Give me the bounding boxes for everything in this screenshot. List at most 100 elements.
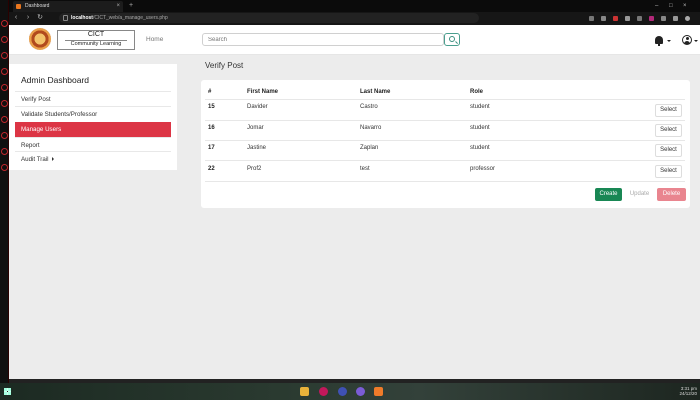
url-host: localhost bbox=[71, 15, 93, 21]
page-title: Verify Post bbox=[205, 61, 244, 70]
logo-title: CICT bbox=[87, 31, 105, 38]
sidebar-app-icon[interactable] bbox=[1, 148, 8, 155]
nav-home-link[interactable]: Home bbox=[146, 36, 163, 43]
url-field[interactable]: localhost/CICT_web/a_manage_users.php bbox=[59, 13, 479, 23]
browser-tab[interactable]: Dashboard × bbox=[13, 1, 123, 12]
sidebar-app-icon[interactable] bbox=[1, 100, 8, 107]
maximize-button[interactable]: □ bbox=[669, 1, 673, 11]
app-header: CICT Community Learning Home bbox=[9, 25, 700, 55]
cell-id: 15 bbox=[208, 104, 215, 110]
os-taskbar: 3:31 pm 24/12/20 bbox=[0, 383, 700, 400]
extension-icon[interactable] bbox=[601, 16, 606, 21]
cell-role: student bbox=[470, 125, 490, 131]
row-divider bbox=[205, 181, 685, 182]
select-button[interactable]: Select bbox=[655, 104, 682, 117]
cict-logo-icon[interactable] bbox=[29, 28, 51, 50]
cell-first-name: Prof2 bbox=[247, 166, 262, 172]
cell-last-name: Castro bbox=[360, 104, 378, 110]
messenger-icon[interactable] bbox=[356, 387, 365, 396]
xampp-icon[interactable] bbox=[374, 387, 383, 396]
select-button[interactable]: Select bbox=[655, 165, 682, 178]
chevron-down-icon[interactable] bbox=[667, 40, 671, 42]
cell-role: student bbox=[470, 145, 490, 151]
close-window-button[interactable]: × bbox=[683, 1, 687, 11]
sidebar-title: Admin Dashboard bbox=[21, 75, 90, 85]
select-button[interactable]: Select bbox=[655, 124, 682, 137]
col-header-role: Role bbox=[470, 89, 484, 95]
chevron-down-icon[interactable] bbox=[694, 40, 698, 42]
search-icon bbox=[449, 36, 455, 42]
extension-icon[interactable] bbox=[649, 16, 654, 21]
select-button[interactable]: Select bbox=[655, 144, 682, 157]
user-icon[interactable] bbox=[682, 35, 692, 45]
tab-close-icon[interactable]: × bbox=[116, 1, 120, 12]
update-button[interactable]: Update bbox=[626, 188, 653, 201]
col-header-first-name: First Name bbox=[247, 89, 279, 95]
sidebar-item-audit-trail[interactable]: Audit Trail bbox=[15, 151, 171, 166]
sidebar-app-icon[interactable] bbox=[1, 84, 8, 91]
caret-right-icon bbox=[51, 157, 54, 162]
logo-subtitle: Community Learning bbox=[65, 40, 127, 47]
cell-role: student bbox=[470, 104, 490, 110]
row-divider bbox=[205, 140, 685, 141]
create-button[interactable]: Create bbox=[595, 188, 622, 201]
sidebar-item-validate[interactable]: Validate Students/Professor bbox=[15, 106, 171, 121]
row-divider bbox=[205, 99, 685, 100]
sidebar-item-report[interactable]: Report bbox=[15, 137, 171, 152]
sidebar-app-icon[interactable] bbox=[1, 68, 8, 75]
cell-id: 22 bbox=[208, 166, 215, 172]
col-header-id: # bbox=[208, 89, 212, 95]
tab-bar: Dashboard × + – □ × bbox=[9, 0, 700, 12]
sidebar-app-icon[interactable] bbox=[1, 164, 8, 171]
delete-button[interactable]: Delete bbox=[657, 188, 686, 201]
sidebar-app-icon[interactable] bbox=[1, 52, 8, 59]
tab-title: Dashboard bbox=[25, 3, 50, 9]
reload-icon[interactable]: ↻ bbox=[35, 13, 45, 23]
url-path: /CICT_web/a_manage_users.php bbox=[92, 15, 168, 21]
screen: Dashboard × + – □ × ‹ › ↻ localhost/CICT… bbox=[0, 0, 700, 400]
sidebar-app-icon[interactable] bbox=[1, 116, 8, 123]
app-icon[interactable] bbox=[319, 387, 328, 396]
address-bar-row: ‹ › ↻ localhost/CICT_web/a_manage_users.… bbox=[9, 12, 700, 25]
extension-icon[interactable] bbox=[673, 16, 678, 21]
browser-app-icon[interactable] bbox=[338, 387, 347, 396]
cell-first-name: Davider bbox=[247, 104, 268, 110]
new-tab-button[interactable]: + bbox=[129, 1, 133, 11]
lock-icon bbox=[63, 15, 68, 21]
cell-last-name: Navarro bbox=[360, 125, 382, 131]
col-header-last-name: Last Name bbox=[360, 89, 391, 95]
sidebar-item-manage-users[interactable]: Manage Users bbox=[15, 122, 171, 137]
search-input[interactable] bbox=[202, 33, 444, 46]
browser-sidebar bbox=[0, 0, 9, 383]
profile-icon[interactable] bbox=[685, 16, 690, 21]
extension-icon[interactable] bbox=[637, 16, 642, 21]
bell-icon[interactable] bbox=[655, 36, 663, 46]
forward-arrow-icon[interactable]: › bbox=[23, 13, 33, 23]
tab-favicon-icon bbox=[16, 4, 21, 9]
cell-last-name: test bbox=[360, 166, 370, 172]
file-explorer-icon[interactable] bbox=[300, 387, 309, 396]
sidebar-item-label: Audit Trail bbox=[21, 156, 49, 163]
clock-date: 24/12/20 bbox=[679, 391, 697, 396]
system-clock[interactable]: 3:31 pm 24/12/20 bbox=[675, 386, 697, 396]
cell-id: 17 bbox=[208, 145, 215, 151]
cell-first-name: Jastine bbox=[247, 145, 267, 151]
row-divider bbox=[205, 160, 685, 161]
windows-start-icon[interactable] bbox=[4, 388, 11, 395]
extension-icon[interactable] bbox=[589, 16, 594, 21]
cell-id: 16 bbox=[208, 125, 215, 131]
back-arrow-icon[interactable]: ‹ bbox=[11, 13, 21, 23]
extension-icon[interactable] bbox=[613, 16, 618, 21]
sidebar-app-icon[interactable] bbox=[1, 20, 8, 27]
extension-icon[interactable] bbox=[625, 16, 630, 21]
sidebar-item-verify-post[interactable]: Verify Post bbox=[15, 91, 171, 106]
minimize-button[interactable]: – bbox=[655, 1, 658, 11]
cell-last-name: Zaplan bbox=[360, 145, 379, 151]
extension-icon[interactable] bbox=[661, 16, 666, 21]
row-divider bbox=[205, 120, 685, 121]
cell-role: professor bbox=[470, 166, 496, 172]
search-button[interactable] bbox=[444, 33, 460, 46]
cell-first-name: Jomar bbox=[247, 125, 264, 131]
sidebar-app-icon[interactable] bbox=[1, 36, 8, 43]
sidebar-app-icon[interactable] bbox=[1, 132, 8, 139]
